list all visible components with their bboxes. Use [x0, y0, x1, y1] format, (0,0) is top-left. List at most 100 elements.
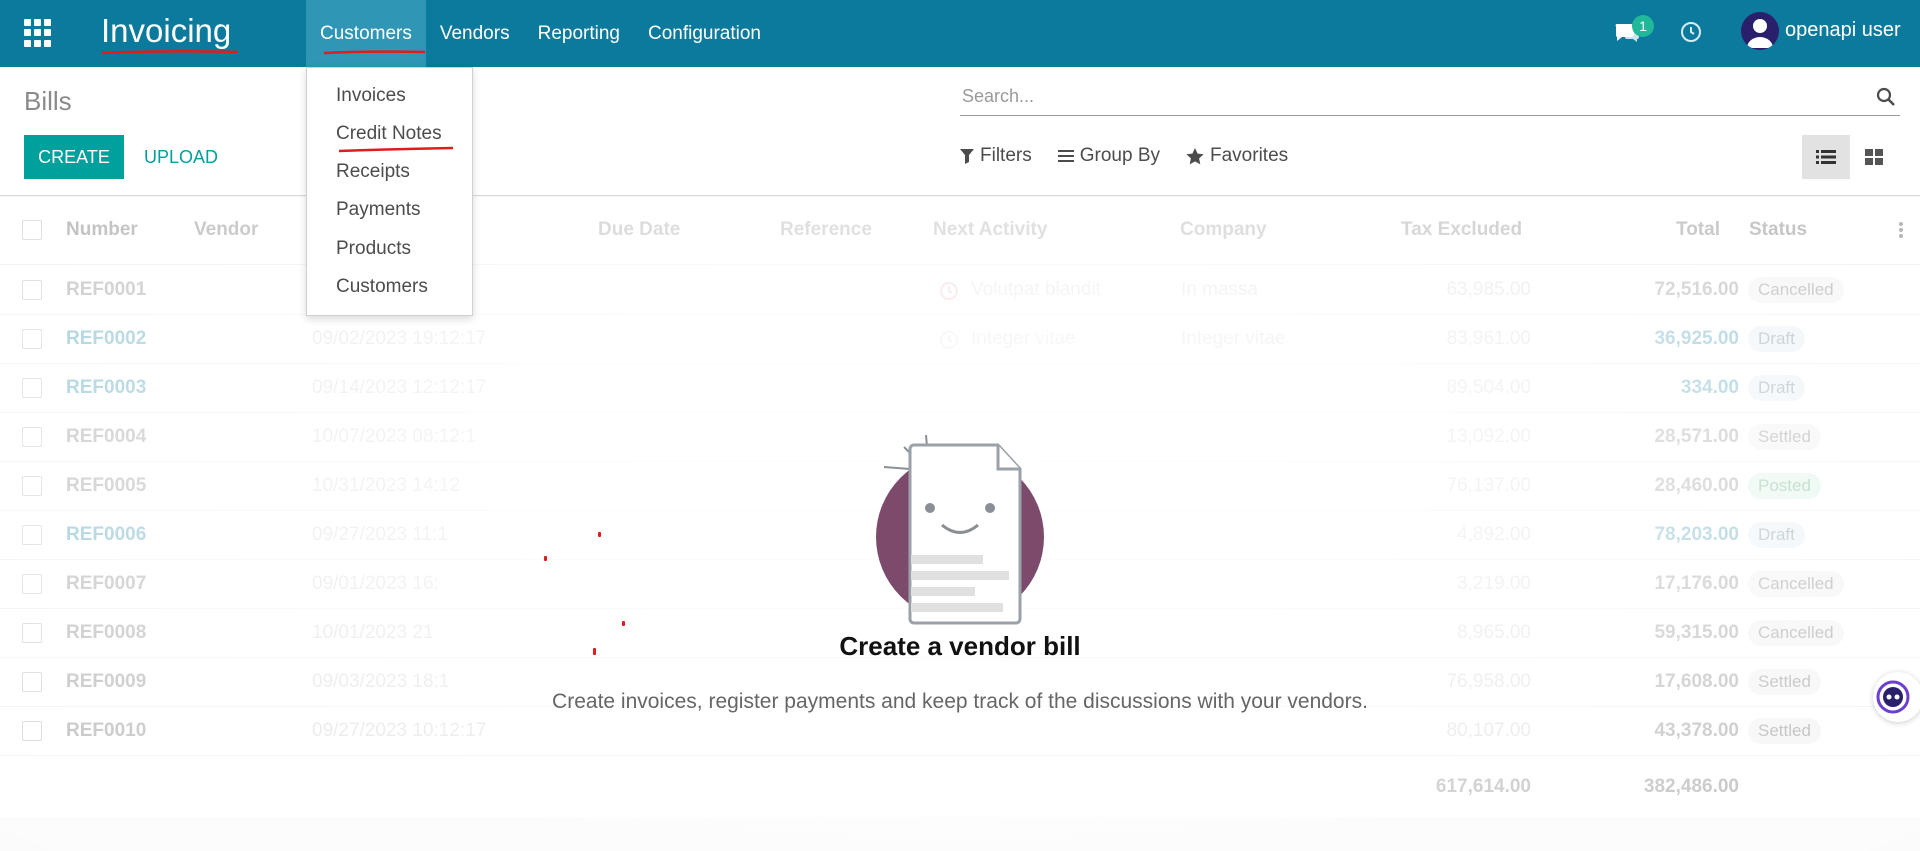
- row-checkbox[interactable]: [22, 574, 42, 594]
- filter-bar: Filters Group By Favorites: [960, 145, 1288, 167]
- empty-state-title: Create a vendor bill: [839, 631, 1081, 661]
- annotation-mark: [622, 621, 625, 626]
- activity-clock-icon[interactable]: [939, 330, 959, 350]
- status-badge: Cancelled: [1748, 277, 1844, 303]
- group-by-toggle[interactable]: Group By: [1057, 145, 1160, 167]
- list-icon: [1816, 150, 1836, 164]
- menu-customers[interactable]: Customers: [306, 0, 426, 67]
- next-activity: Integer vitae: [971, 328, 1076, 349]
- column-due-date[interactable]: Due Date: [598, 219, 680, 241]
- user-avatar[interactable]: [1741, 12, 1779, 50]
- search-input[interactable]: [960, 78, 1860, 114]
- menu-configuration[interactable]: Configuration: [634, 0, 775, 67]
- table-header: Number Vendor Due Date Reference Next Ac…: [0, 197, 1920, 265]
- next-activity: Volutpat blandit: [971, 279, 1101, 300]
- menu-vendors[interactable]: Vendors: [426, 0, 524, 67]
- bars-icon: [1057, 150, 1074, 162]
- row-checkbox[interactable]: [22, 280, 42, 300]
- bill-number[interactable]: REF0002: [66, 328, 146, 350]
- status-badge: Draft: [1748, 326, 1805, 352]
- total: 17,176.00: [1654, 573, 1739, 594]
- total: 36,925.00: [1654, 328, 1739, 349]
- row-checkbox[interactable]: [22, 378, 42, 398]
- grand-total: 382,486.00: [1643, 776, 1739, 797]
- row-checkbox[interactable]: [22, 427, 42, 447]
- company: In massa: [1181, 279, 1259, 300]
- column-number[interactable]: Number: [66, 219, 138, 241]
- view-switcher: [1802, 135, 1898, 179]
- tax-excluded: 63,985.00: [1446, 279, 1531, 300]
- bill-number[interactable]: REF0007: [66, 573, 146, 595]
- row-checkbox[interactable]: [22, 329, 42, 349]
- tax-excluded: 3,219.00: [1457, 573, 1531, 594]
- bill-date: 09/02/2023 19:12:17: [312, 328, 487, 349]
- bill-date: 09/27/2023 11:1: [312, 524, 448, 545]
- table-row[interactable]: REF0003 09/14/2023 12:12:17 89,504.00 334.0…: [0, 364, 1920, 413]
- column-next-activity[interactable]: Next Activity: [933, 219, 1047, 241]
- app-brand[interactable]: Invoicing: [101, 12, 231, 50]
- column-status[interactable]: Status: [1749, 219, 1807, 241]
- select-all-checkbox[interactable]: [22, 220, 42, 240]
- user-name[interactable]: openapi user: [1785, 19, 1901, 42]
- list-view-button[interactable]: [1802, 135, 1850, 179]
- menu-item-credit-notes[interactable]: Credit Notes: [336, 123, 442, 145]
- bill-number[interactable]: REF0006: [66, 524, 146, 546]
- tax-excluded: 83,961.00: [1446, 328, 1531, 349]
- total: 334.00: [1680, 377, 1739, 398]
- activity-clock-icon[interactable]: [939, 281, 959, 301]
- filters-toggle[interactable]: Filters: [960, 145, 1032, 167]
- menu-reporting[interactable]: Reporting: [524, 0, 634, 67]
- column-tax-excluded[interactable]: Tax Excluded: [1401, 219, 1522, 241]
- bill-number[interactable]: REF0005: [66, 475, 146, 497]
- column-vendor[interactable]: Vendor: [194, 219, 258, 241]
- filter-icon: [960, 149, 974, 164]
- status-badge: Cancelled: [1748, 571, 1844, 597]
- bill-number[interactable]: REF0010: [66, 720, 146, 742]
- menu-item-products[interactable]: Products: [336, 238, 411, 260]
- main-menu: Customers Vendors Reporting Configuratio…: [306, 0, 775, 67]
- optional-columns-icon[interactable]: [1898, 221, 1904, 239]
- status-badge: Draft: [1748, 375, 1805, 401]
- total: 78,203.00: [1654, 524, 1739, 545]
- create-button[interactable]: CREATE: [24, 135, 124, 179]
- column-company[interactable]: Company: [1180, 219, 1267, 241]
- row-checkbox[interactable]: [22, 525, 42, 545]
- bill-number[interactable]: REF0004: [66, 426, 146, 448]
- column-total[interactable]: Total: [1676, 219, 1720, 241]
- menu-item-invoices[interactable]: Invoices: [336, 85, 406, 107]
- menu-item-payments[interactable]: Payments: [336, 199, 420, 221]
- annotation-underline: [338, 146, 454, 153]
- kanban-view-button[interactable]: [1850, 135, 1898, 179]
- upload-button[interactable]: UPLOAD: [132, 135, 230, 179]
- activity-clock-icon[interactable]: [1679, 20, 1703, 44]
- bill-date: 09/14/2023 12:12:17: [312, 377, 487, 398]
- row-checkbox[interactable]: [22, 721, 42, 741]
- bill-number[interactable]: REF0001: [66, 279, 146, 301]
- bill-date: 09/01/2023 16:: [312, 573, 439, 594]
- app-menu-icon[interactable]: [24, 19, 52, 47]
- chat-count-badge: 1: [1632, 15, 1654, 37]
- tax-excluded: 76,137.00: [1446, 475, 1531, 496]
- table-row[interactable]: REF0001…17Volutpat blanditIn massa63,985…: [0, 266, 1920, 315]
- breadcrumb: Bills: [24, 86, 72, 116]
- annotation-underline: [323, 50, 426, 55]
- column-reference[interactable]: Reference: [780, 219, 872, 241]
- assistant-bot-button[interactable]: [1873, 672, 1920, 722]
- table-row[interactable]: REF0010 09/27/2023 10:12:17 80,107.00 43,37…: [0, 707, 1920, 756]
- row-checkbox[interactable]: [22, 476, 42, 496]
- menu-item-customers[interactable]: Customers: [336, 276, 428, 298]
- menu-item-receipts[interactable]: Receipts: [336, 161, 410, 183]
- status-badge: Posted: [1748, 473, 1821, 499]
- total: 28,460.00: [1654, 475, 1739, 496]
- bill-number[interactable]: REF0003: [66, 377, 146, 399]
- annotation-mark: [598, 532, 601, 537]
- bill-date: 09/27/2023 10:12:17: [312, 720, 487, 741]
- bot-icon: [1876, 680, 1910, 714]
- table-row[interactable]: REF0002 09/02/2023 19:12:17 Integer vitae I…: [0, 315, 1920, 364]
- bill-date: 10/07/2023 08:12:1: [312, 426, 476, 447]
- favorites-toggle[interactable]: Favorites: [1186, 145, 1288, 167]
- status-badge: Settled: [1748, 424, 1821, 450]
- tax-excluded: 89,504.00: [1446, 377, 1531, 398]
- row-checkbox[interactable]: [22, 672, 42, 692]
- search-icon[interactable]: [1876, 87, 1896, 107]
